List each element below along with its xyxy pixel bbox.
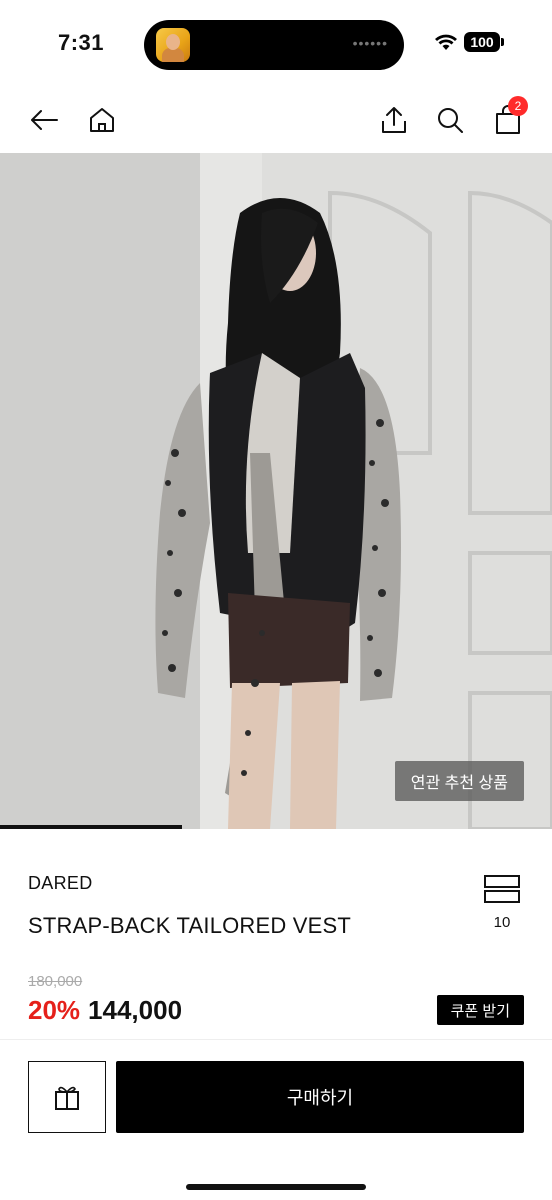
island-dots: ••••••: [352, 35, 388, 51]
product-info: DARED STRAP-BACK TAILORED VEST 10 180,00…: [0, 829, 552, 1039]
product-photo: [0, 153, 552, 829]
product-title: STRAP-BACK TAILORED VEST: [28, 913, 352, 938]
original-price: 180,000: [28, 973, 83, 990]
back-button[interactable]: [24, 100, 64, 140]
share-icon: [382, 107, 406, 133]
nav-bar: 2: [0, 88, 552, 152]
battery-icon: 100: [464, 32, 504, 52]
related-products-button[interactable]: 연관 추천 상품: [394, 761, 524, 801]
search-icon: [438, 108, 463, 133]
sale-price: 144,000: [88, 995, 183, 1025]
home-indicator: [186, 1184, 366, 1190]
back-arrow-icon: [31, 110, 58, 130]
dynamic-island: ••••••: [144, 20, 404, 70]
status-time: 7:31: [58, 30, 105, 55]
like-count: 10: [493, 914, 511, 931]
gift-icon: [55, 1086, 79, 1110]
like-button[interactable]: 10: [484, 875, 520, 931]
coupon-button[interactable]: 쿠폰 받기: [436, 995, 524, 1025]
home-button[interactable]: [82, 100, 122, 140]
discount-rate: 20%: [28, 995, 81, 1025]
wifi-icon: [435, 34, 457, 50]
search-button[interactable]: [430, 100, 470, 140]
cart-button[interactable]: 2: [488, 96, 528, 140]
stack-icon: [484, 875, 520, 903]
app-avatar-icon: [156, 28, 190, 62]
status-bar: 7:31 •••••• 100: [0, 0, 552, 88]
home-icon: [90, 108, 114, 132]
gift-button[interactable]: [28, 1061, 106, 1133]
divider: [0, 1039, 552, 1040]
product-image[interactable]: 연관 추천 상품: [0, 153, 552, 829]
buy-button[interactable]: 구매하기: [116, 1061, 524, 1133]
cart-count-badge: 2: [508, 96, 528, 116]
status-icons: 100: [434, 32, 504, 52]
share-button[interactable]: [374, 100, 414, 140]
brand-name[interactable]: DARED: [28, 873, 93, 894]
price-row: 20% 144,000: [28, 995, 182, 1026]
